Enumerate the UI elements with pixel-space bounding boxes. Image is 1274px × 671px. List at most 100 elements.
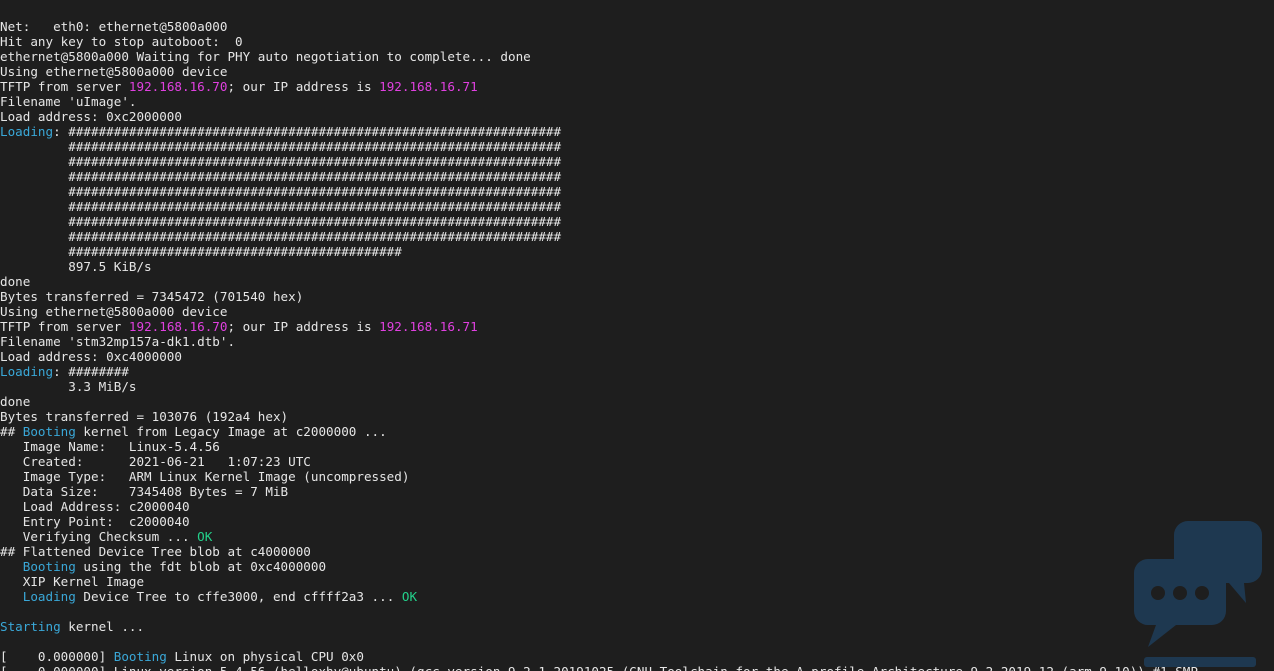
text-segment: ########################################… xyxy=(0,154,562,169)
terminal-line: Using ethernet@5800a000 device xyxy=(0,304,1198,319)
text-keyword: Loading xyxy=(22,589,76,604)
text-segment: Filename 'stm32mp157a-dk1.dtb'. xyxy=(0,334,236,349)
terminal-line: Load address: 0xc2000000 xyxy=(0,109,1198,124)
text-keyword: Booting xyxy=(22,559,76,574)
terminal-line: 3.3 MiB/s xyxy=(0,379,1198,394)
text-segment: ########################################… xyxy=(0,139,562,154)
terminal-line: 897.5 KiB/s xyxy=(0,259,1198,274)
text-ok: OK xyxy=(401,589,418,604)
text-ip: 192.168.16.70 xyxy=(128,79,228,94)
text-segment: Image Name: Linux-5.4.56 xyxy=(0,439,220,454)
terminal-line: ## Booting kernel from Legacy Image at c… xyxy=(0,424,1198,439)
text-segment: Load Address: c2000040 xyxy=(0,499,190,514)
terminal-line: [ 0.000000] Booting Linux on physical CP… xyxy=(0,649,1198,664)
text-segment: Bytes transferred = 103076 (192a4 hex) xyxy=(0,409,289,424)
terminal-line: Booting using the fdt blob at 0xc4000000 xyxy=(0,559,1198,574)
terminal-line: Image Type: ARM Linux Kernel Image (unco… xyxy=(0,469,1198,484)
text-segment: XIP Kernel Image xyxy=(0,574,145,589)
text-segment: done xyxy=(0,274,31,289)
text-ip: 192.168.16.71 xyxy=(379,319,478,334)
text-keyword: Loading xyxy=(0,124,54,139)
text-ok: OK xyxy=(197,529,213,544)
terminal-line: Load address: 0xc4000000 xyxy=(0,349,1198,364)
terminal-line: Loading Device Tree to cffe3000, end cff… xyxy=(0,589,1198,604)
terminal-line: ########################################… xyxy=(0,214,1198,229)
text-segment: Bytes transferred = 7345472 (701540 hex) xyxy=(0,289,304,304)
text-ip: 192.168.16.70 xyxy=(128,319,228,334)
text-keyword: Starting xyxy=(0,619,61,634)
text-segment xyxy=(0,559,23,574)
text-segment: TFTP from server xyxy=(0,79,129,94)
text-ip: 192.168.16.71 xyxy=(379,79,478,94)
text-segment: ########################################… xyxy=(0,214,562,229)
text-segment: Load address: 0xc2000000 xyxy=(0,109,182,124)
text-segment: 897.5 KiB/s xyxy=(0,259,152,274)
terminal-line: [ 0.000000] Linux version 5.4.56 (hellox… xyxy=(0,664,1198,671)
text-segment: [ 0.000000] Linux version 5.4.56 (hellox… xyxy=(0,664,1198,671)
text-segment: kernel ... xyxy=(60,619,145,634)
text-keyword: Booting xyxy=(22,424,76,439)
chat-bubbles-icon xyxy=(1134,521,1262,667)
terminal-line: Using ethernet@5800a000 device xyxy=(0,64,1198,79)
text-segment: ; our IP address is xyxy=(227,79,380,94)
terminal-line: ## Flattened Device Tree blob at c400000… xyxy=(0,544,1198,559)
terminal-line: Bytes transferred = 103076 (192a4 hex) xyxy=(0,409,1198,424)
text-segment: ethernet@5800a000 Waiting for PHY auto n… xyxy=(0,49,531,64)
text-segment: using the fdt blob at 0xc4000000 xyxy=(75,559,327,574)
terminal-line: Filename 'stm32mp157a-dk1.dtb'. xyxy=(0,334,1198,349)
text-keyword: Loading xyxy=(0,364,54,379)
terminal-line: Hit any key to stop autoboot: 0 xyxy=(0,34,1198,49)
terminal-output: Net: eth0: ethernet@5800a000 Hit any key … xyxy=(0,19,1198,671)
terminal-line: Entry Point: c2000040 xyxy=(0,514,1198,529)
text-segment: Data Size: 7345408 Bytes = 7 MiB xyxy=(0,484,289,499)
text-segment: Verifying Checksum ... xyxy=(0,529,198,544)
terminal-line: Load Address: c2000040 xyxy=(0,499,1198,514)
text-segment: Entry Point: c2000040 xyxy=(0,514,190,529)
text-segment: : ######################################… xyxy=(53,124,562,139)
text-segment: Load address: 0xc4000000 xyxy=(0,349,182,364)
text-segment: : ######## xyxy=(53,364,129,379)
terminal-line: Filename 'uImage'. xyxy=(0,94,1198,109)
terminal-line: done xyxy=(0,394,1198,409)
text-segment: ########################################… xyxy=(0,244,402,259)
text-segment: Created: 2021-06-21 1:07:23 UTC xyxy=(0,454,311,469)
text-segment: TFTP from server xyxy=(0,319,129,334)
terminal-line: TFTP from server 192.168.16.70; our IP a… xyxy=(0,319,1198,334)
text-segment: kernel from Legacy Image at c2000000 ... xyxy=(75,424,387,439)
text-segment: Filename 'uImage'. xyxy=(0,94,137,109)
terminal-line: ########################################… xyxy=(0,229,1198,244)
text-segment: Image Type: ARM Linux Kernel Image (unco… xyxy=(0,469,410,484)
terminal-line: ethernet@5800a000 Waiting for PHY auto n… xyxy=(0,49,1198,64)
text-segment: Net: eth0: ethernet@5800a000 xyxy=(0,19,228,34)
text-segment: ########################################… xyxy=(0,199,562,214)
terminal-line: Data Size: 7345408 Bytes = 7 MiB xyxy=(0,484,1198,499)
text-segment: ########################################… xyxy=(0,169,562,184)
terminal-line: ########################################… xyxy=(0,244,1198,259)
text-segment xyxy=(0,589,23,604)
text-segment: Using ethernet@5800a000 device xyxy=(0,64,228,79)
text-segment: ## Flattened Device Tree blob at c400000… xyxy=(0,544,311,559)
terminal-line: XIP Kernel Image xyxy=(0,574,1198,589)
terminal-line: ########################################… xyxy=(0,199,1198,214)
terminal-window[interactable]: Net: eth0: ethernet@5800a000 Hit any key … xyxy=(0,0,1274,671)
text-segment: done xyxy=(0,394,31,409)
terminal-line: Bytes transferred = 7345472 (701540 hex) xyxy=(0,289,1198,304)
terminal-line: ########################################… xyxy=(0,184,1198,199)
terminal-line: TFTP from server 192.168.16.70; our IP a… xyxy=(0,79,1198,94)
text-segment: Using ethernet@5800a000 device xyxy=(0,304,228,319)
terminal-line: Loading: ###############################… xyxy=(0,124,1198,139)
text-segment: [ 0.000000] xyxy=(0,649,114,664)
text-segment: Linux on physical CPU 0x0 xyxy=(166,649,364,664)
terminal-line: ########################################… xyxy=(0,139,1198,154)
text-segment: Hit any key to stop autoboot: 0 xyxy=(0,34,243,49)
terminal-line: Verifying Checksum ... OK xyxy=(0,529,1198,544)
text-segment: ; our IP address is xyxy=(227,319,380,334)
terminal-line: Loading: ######## xyxy=(0,364,1198,379)
text-keyword: Booting xyxy=(113,649,167,664)
terminal-line: ########################################… xyxy=(0,154,1198,169)
terminal-line: done xyxy=(0,274,1198,289)
terminal-line: Starting kernel ... xyxy=(0,619,1198,634)
text-segment: ## xyxy=(0,424,23,439)
